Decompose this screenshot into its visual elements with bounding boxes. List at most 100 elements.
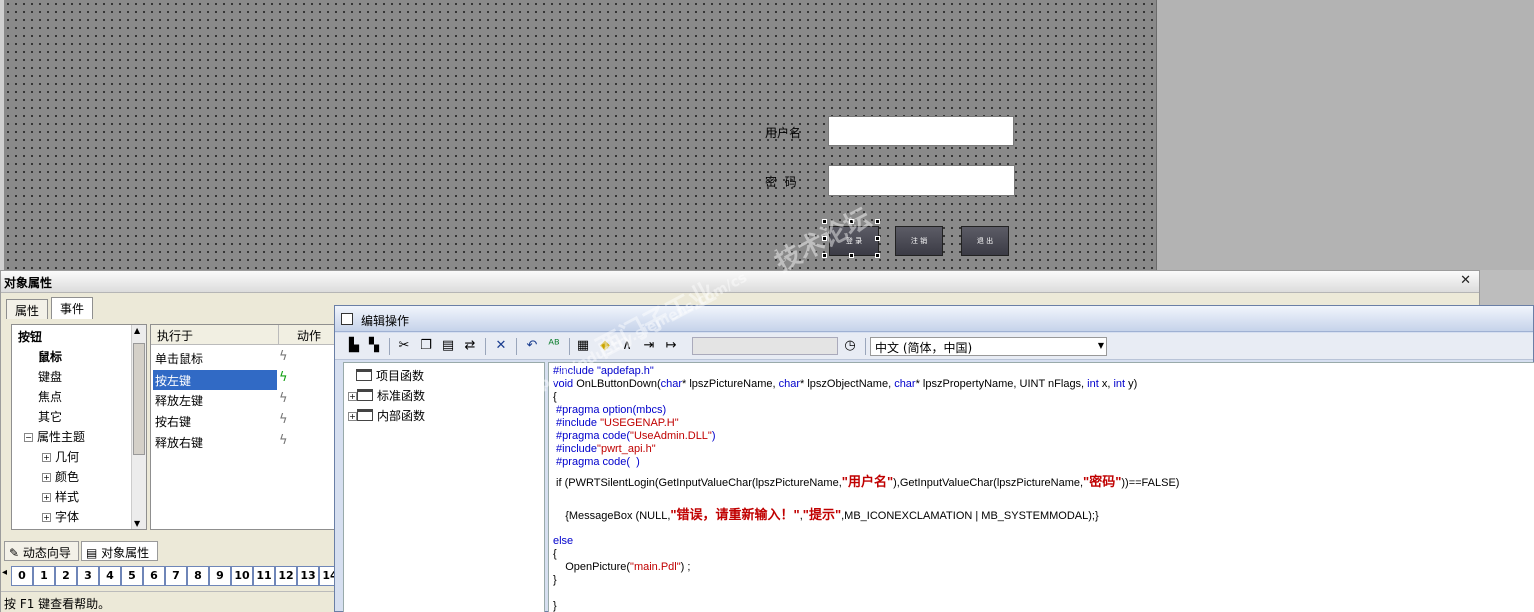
expand-icon[interactable]: + <box>42 513 51 522</box>
layer-button[interactable]: 13 <box>297 566 319 586</box>
expand-icon[interactable]: + <box>348 412 357 421</box>
wand-icon: ✎ <box>9 546 23 560</box>
tree-item-keyboard[interactable]: 键盘 <box>38 368 62 385</box>
tree-item-font[interactable]: + 字体 <box>42 508 79 525</box>
code-line: #include"pwrt_api.h" <box>553 443 656 455</box>
ruler-arrow-icon[interactable]: ◂ <box>2 567 7 578</box>
tree-root[interactable]: 按钮 <box>18 328 42 345</box>
tree-item-style[interactable]: + 样式 <box>42 488 79 505</box>
chevron-down-icon[interactable]: ▼ <box>1098 341 1104 350</box>
layer-button[interactable]: 5 <box>121 566 143 586</box>
tab-object-properties[interactable]: ▤ 对象属性 <box>81 541 158 561</box>
selection-handle[interactable] <box>875 219 880 224</box>
action-bolt-icon[interactable]: ϟ <box>279 412 288 427</box>
status-bar: 按 F1 键查看帮助。 <box>1 591 341 612</box>
search-box[interactable] <box>692 337 838 355</box>
undo-icon[interactable]: ↶ <box>523 337 541 355</box>
action-bolt-icon[interactable]: ϟ <box>279 391 288 406</box>
exit-button[interactable]: 退 出 <box>961 226 1009 256</box>
layer-button[interactable]: 1 <box>33 566 55 586</box>
expand-icon[interactable]: + <box>348 392 357 401</box>
clock-icon[interactable]: ◷ <box>841 337 859 355</box>
selection-handle[interactable] <box>875 236 880 241</box>
event-row[interactable]: 释放右键 <box>153 432 277 452</box>
event-row[interactable]: 按右键 <box>153 411 277 431</box>
logout-button[interactable]: 注 销 <box>895 226 943 256</box>
layer-button[interactable]: 10 <box>231 566 253 586</box>
layer-button[interactable]: 9 <box>209 566 231 586</box>
action-bolt-icon[interactable]: ϟ <box>279 433 288 448</box>
panel-title: 对象属性 <box>4 276 53 290</box>
tree-item-other[interactable]: 其它 <box>38 408 62 425</box>
tree-item-mouse[interactable]: 鼠标 <box>38 348 62 365</box>
username-textbox[interactable] <box>828 116 1014 146</box>
dialog-title: 编辑操作 <box>361 314 410 328</box>
cut-icon[interactable]: ✂ <box>395 337 413 355</box>
delete-icon[interactable]: ✕ <box>492 337 510 355</box>
code-line: void OnLButtonDown(char* lpszPictureName… <box>553 378 1138 390</box>
tab-properties[interactable]: 属性 <box>6 299 49 319</box>
layer-button[interactable]: 4 <box>99 566 121 586</box>
tab-label: 动态向导 <box>22 546 71 560</box>
copy-icon[interactable]: ❐ <box>417 337 435 355</box>
tree-item-internal-functions[interactable]: + 内部函数 <box>348 407 425 424</box>
tree-item-label: 属性主题 <box>37 430 86 444</box>
toolbar-separator <box>865 338 866 355</box>
code-line: #pragma code( ) <box>553 456 640 468</box>
expand-icon[interactable]: + <box>42 453 51 462</box>
compile-icon[interactable]: ▙ <box>345 337 363 355</box>
layer-button[interactable]: 11 <box>253 566 275 586</box>
layer-button[interactable]: 3 <box>77 566 99 586</box>
layer-button[interactable]: 0 <box>11 566 33 586</box>
replace-icon[interactable]: ⇄ <box>461 337 479 355</box>
expand-icon[interactable]: + <box>42 473 51 482</box>
function-folder-icon <box>356 369 372 381</box>
layer-button[interactable]: 6 <box>143 566 165 586</box>
tab-label: 对象属性 <box>101 546 150 560</box>
tree-item-color[interactable]: + 颜色 <box>42 468 79 485</box>
scroll-down-icon[interactable]: ▼ <box>134 519 140 528</box>
username-label: 用户名 <box>765 126 802 140</box>
tree-item-label: 颜色 <box>55 470 80 484</box>
layer-button[interactable]: 2 <box>55 566 77 586</box>
event-row[interactable]: 单击鼠标 <box>153 348 277 368</box>
layer-button[interactable]: 12 <box>275 566 297 586</box>
tree-item-property-theme[interactable]: − 属性主题 <box>24 428 85 445</box>
selection-handle[interactable] <box>849 253 854 258</box>
export-icon[interactable]: ↦ <box>662 337 680 355</box>
expand-icon[interactable]: + <box>42 493 51 502</box>
close-icon[interactable]: ✕ <box>1460 273 1471 288</box>
event-row-selected[interactable]: 按左键 <box>153 370 277 390</box>
tree-item-geometry[interactable]: + 几何 <box>42 448 79 465</box>
compile-all-icon[interactable]: ▚ <box>365 337 383 355</box>
code-line: #pragma option(mbcs) <box>553 404 667 416</box>
tree-scrollbar[interactable]: ▲ ▼ <box>131 325 146 529</box>
property-tree: 按钮 鼠标 键盘 焦点 其它 − 属性主题 + 几何 + 颜色 + 样式 + 字体 ▲ ▼ <box>11 324 147 530</box>
format-icon[interactable]: ᴬᴮ <box>545 337 563 355</box>
toolbar-separator <box>389 338 390 355</box>
code-editor[interactable]: #include "apdefap.h" void OnLButtonDown(… <box>548 362 1534 612</box>
tree-item-focus[interactable]: 焦点 <box>38 388 62 405</box>
collapse-icon[interactable]: − <box>24 433 33 442</box>
code-line: } <box>553 574 557 586</box>
paste-icon[interactable]: ▤ <box>439 337 457 355</box>
tab-dynamic-wizard[interactable]: ✎ 动态向导 <box>4 541 79 561</box>
toolbar-separator <box>516 338 517 355</box>
column-header-exec[interactable]: 执行于 <box>151 325 279 345</box>
tree-item-standard-functions[interactable]: + 标准函数 <box>348 387 425 404</box>
password-textbox[interactable] <box>828 165 1015 196</box>
selection-handle[interactable] <box>875 253 880 258</box>
language-select[interactable]: 中文 (简体，中国) ▼ <box>870 337 1107 356</box>
scrollbar-thumb[interactable] <box>133 343 145 455</box>
action-bolt-icon-active[interactable]: ϟ <box>279 370 288 385</box>
event-row[interactable]: 释放左键 <box>153 390 277 410</box>
column-header-action[interactable]: 动作 <box>279 325 334 345</box>
layer-button[interactable]: 8 <box>187 566 209 586</box>
scroll-up-icon[interactable]: ▲ <box>134 326 140 335</box>
tree-item-project-functions[interactable]: 项目函数 <box>354 367 424 384</box>
action-bolt-icon[interactable]: ϟ <box>279 349 288 364</box>
tab-events[interactable]: 事件 <box>51 297 94 319</box>
layer-button[interactable]: 7 <box>165 566 187 586</box>
graphics-canvas[interactable]: 用户名 密 码 登 录 注 销 退 出 <box>0 0 1157 270</box>
code-line: OpenPicture("main.Pdl") ; <box>553 561 691 573</box>
